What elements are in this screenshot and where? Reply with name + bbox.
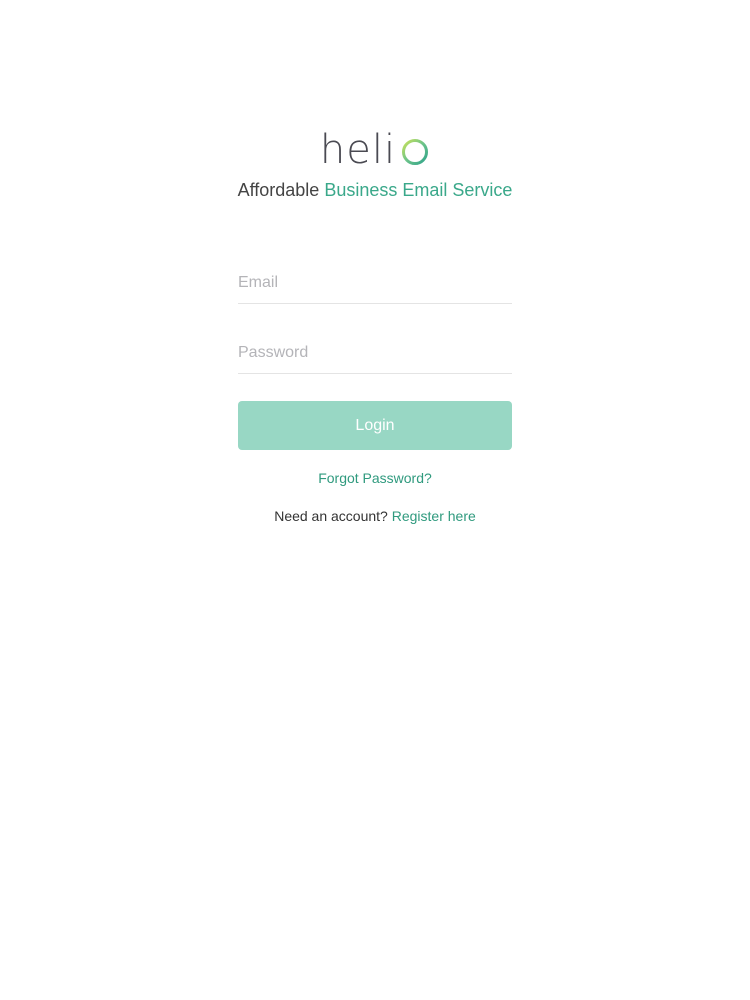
login-page: heli Affordable Business Email Service L… <box>0 0 750 1000</box>
email-field[interactable] <box>238 262 512 304</box>
logo-wrap: heli <box>320 122 430 170</box>
logo: heli <box>0 122 750 170</box>
tagline-accent: Business Email Service <box>324 180 513 200</box>
logo-text: heli <box>319 127 397 173</box>
tagline: Affordable Business Email Service <box>0 180 750 201</box>
forgot-password-link[interactable]: Forgot Password? <box>318 470 432 486</box>
login-button[interactable]: Login <box>238 401 512 450</box>
helio-ring-icon <box>402 139 429 165</box>
need-account-text: Need an account? <box>274 508 388 524</box>
forgot-password-row: Forgot Password? <box>0 470 750 486</box>
password-field[interactable] <box>238 332 512 374</box>
register-link[interactable]: Register here <box>392 508 476 524</box>
tagline-plain: Affordable <box>237 180 320 200</box>
register-row: Need an account? Register here <box>0 508 750 524</box>
